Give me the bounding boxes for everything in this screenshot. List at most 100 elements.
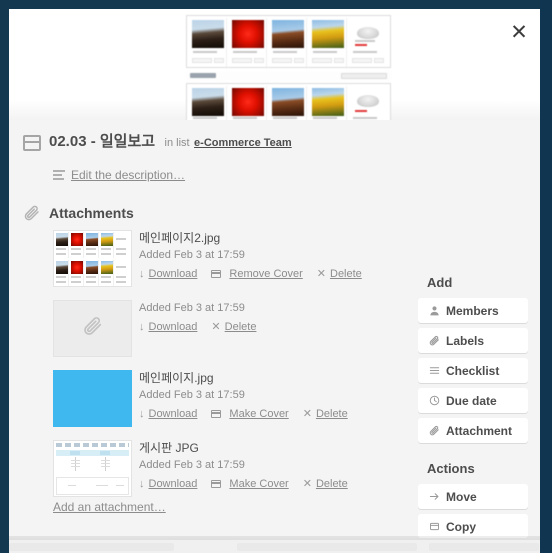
delete-icon	[211, 322, 220, 333]
delete-button[interactable]: Delete	[211, 321, 257, 333]
delete-button[interactable]: Delete	[303, 478, 348, 490]
board-ghost-bar	[9, 543, 174, 551]
attachment-thumbnail[interactable]	[53, 230, 132, 287]
remove-cover-button[interactable]: Remove Cover	[211, 268, 303, 280]
close-icon[interactable]: ✕	[506, 19, 532, 45]
delete-icon	[303, 479, 312, 490]
attachment-name[interactable]: 메인페이지2.jpg	[139, 230, 420, 246]
attachments-title: Attachments	[49, 205, 134, 221]
sidebar-item-checklist[interactable]: Checklist	[418, 358, 528, 383]
board-right-edge	[540, 0, 552, 553]
download-icon	[139, 409, 145, 420]
list-item: 메인페이지.jpg Added Feb 3 at 17:59 Download …	[53, 370, 420, 432]
list-item: 메인페이지2.jpg Added Feb 3 at 17:59 Download…	[53, 230, 420, 292]
attachment-actions: Download Delete	[139, 321, 420, 333]
preview-thumb-red	[232, 20, 264, 48]
preview-product-cell	[269, 18, 307, 67]
attachment-actions: Download Make Cover Delete	[139, 408, 420, 420]
delete-button[interactable]: Delete	[303, 408, 348, 420]
sidebar-item-attachment[interactable]: Attachment	[418, 418, 528, 443]
sidebar-item-due-date[interactable]: Due date	[418, 388, 528, 413]
preview-text-line	[313, 51, 337, 53]
preview-thumb-wall	[192, 88, 224, 116]
preview-thumb-mountain	[272, 20, 304, 48]
preview-text-line	[193, 51, 217, 53]
preview-sort-dropdown	[341, 73, 387, 79]
attachment-name[interactable]: 게시판 JPG	[139, 440, 420, 456]
board-left-edge	[0, 0, 9, 553]
sidebar-item-labels[interactable]: Labels	[418, 328, 528, 353]
attachment-preview-pane: ✕	[9, 9, 540, 120]
preview-button-ghost	[312, 58, 332, 63]
preview-button-ghost	[214, 58, 224, 63]
sidebar-item-members[interactable]: Members	[418, 298, 528, 323]
attachment-thumbnail[interactable]	[53, 300, 132, 357]
sidebar-item-copy[interactable]: Copy	[418, 514, 528, 538]
edit-description-link[interactable]: Edit the description…	[71, 168, 185, 182]
modal-shadow	[9, 536, 540, 540]
preview-panel-bottom	[186, 83, 391, 120]
cover-icon	[211, 480, 222, 488]
member-icon	[427, 305, 441, 316]
preview-button-ghost	[334, 58, 344, 63]
sidebar-heading-actions: Actions	[427, 461, 475, 476]
sidebar-item-label: Copy	[446, 519, 476, 534]
thumbnail-product-grid	[54, 231, 131, 286]
sidebar-item-label: Due date	[446, 393, 497, 408]
download-button[interactable]: Download	[139, 268, 198, 280]
preview-screenshot	[186, 15, 391, 120]
label-icon	[427, 335, 441, 346]
preview-section-title	[190, 73, 216, 78]
sidebar-item-label: Attachment	[446, 423, 513, 438]
checklist-icon	[427, 365, 441, 376]
download-button[interactable]: Download	[139, 321, 198, 333]
attachment-date: Added Feb 3 at 17:59	[139, 459, 245, 471]
arrow-right-icon	[427, 491, 441, 502]
preview-product-cell	[229, 86, 267, 120]
sidebar-item-label: Move	[446, 489, 477, 504]
download-button[interactable]: Download	[139, 408, 198, 420]
attachment-name[interactable]: 메인페이지.jpg	[139, 370, 420, 386]
board-top-bar	[0, 0, 552, 9]
preview-button-ghost	[232, 58, 252, 63]
sidebar-item-move[interactable]: Move	[418, 484, 528, 509]
board-ghost-bar	[237, 543, 417, 551]
paperclip-icon	[82, 315, 104, 342]
make-cover-button[interactable]: Make Cover	[211, 408, 289, 420]
attachment-thumbnail[interactable]	[53, 370, 132, 427]
preview-thumb-red	[232, 88, 264, 116]
attachment-thumbnail[interactable]	[53, 440, 132, 497]
preview-product-cell	[269, 86, 307, 120]
delete-button[interactable]: Delete	[317, 268, 362, 280]
preview-text-line	[273, 51, 297, 53]
card-icon	[23, 135, 41, 151]
attachment-date: Added Feb 3 at 17:59	[139, 389, 245, 401]
preview-button-ghost	[294, 58, 304, 63]
preview-button-ghost	[374, 58, 384, 63]
page-title: 02.03 - 일일보고	[49, 133, 156, 150]
preview-text-line	[193, 117, 217, 119]
download-button[interactable]: Download	[139, 478, 198, 490]
preview-product-cell	[189, 86, 227, 120]
preview-thumb-tulips	[312, 88, 344, 116]
list-item: 게시판 JPG Added Feb 3 at 17:59 Download Ma…	[53, 440, 420, 502]
preview-button-ghost	[192, 58, 212, 63]
copy-icon	[427, 521, 441, 532]
card-detail-modal: 02.03 - 일일보고 in list e-Commerce Team Edi…	[9, 120, 540, 538]
board-bottom-strip	[9, 538, 540, 553]
sidebar-item-label: Checklist	[446, 363, 500, 378]
preview-text-line	[353, 117, 377, 119]
attachment-date: Added Feb 3 at 17:59	[139, 302, 245, 314]
attachment-actions: Download Make Cover Delete	[139, 478, 420, 490]
preview-price-line	[355, 44, 367, 46]
download-icon	[139, 322, 145, 333]
attachment-date: Added Feb 3 at 17:59	[139, 249, 245, 261]
preview-product-cell	[309, 18, 347, 67]
add-attachment-link[interactable]: Add an attachment…	[53, 500, 166, 514]
list-link[interactable]: e-Commerce Team	[194, 137, 292, 149]
board-ghost-bar	[429, 543, 539, 551]
attachment-list: 메인페이지2.jpg Added Feb 3 at 17:59 Download…	[53, 230, 420, 510]
preview-section-bar	[186, 71, 391, 81]
make-cover-button[interactable]: Make Cover	[211, 478, 289, 490]
preview-text-line	[353, 51, 377, 53]
